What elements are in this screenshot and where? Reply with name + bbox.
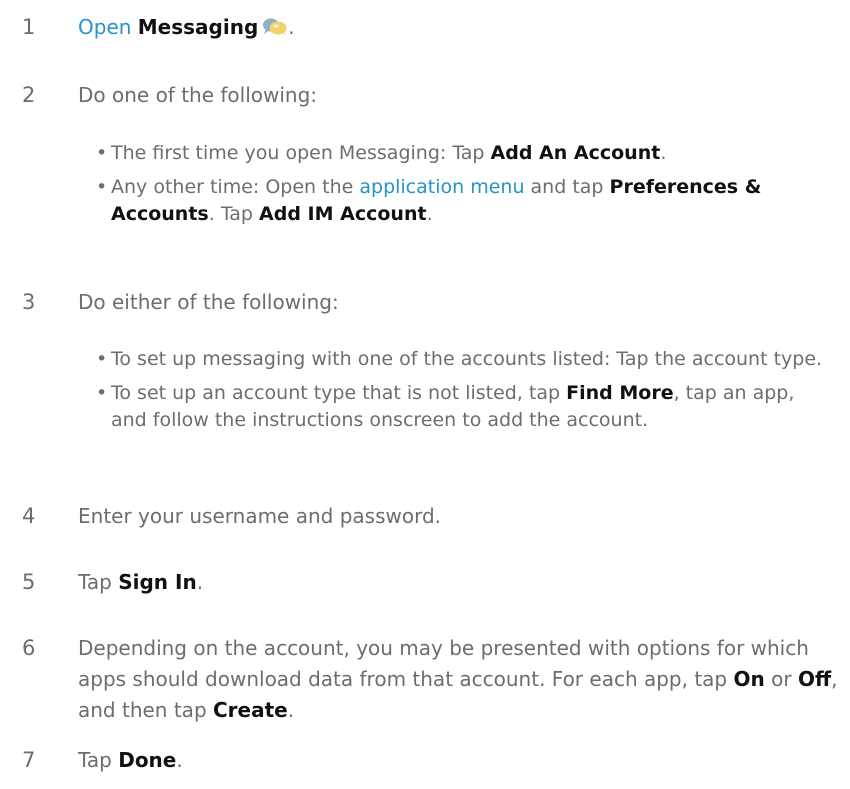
step-number: 1 [22, 15, 36, 39]
list-item: To set up an account type that is not li… [96, 380, 836, 434]
off-label: Off [797, 667, 832, 691]
step-text: Enter your username and password. [78, 504, 442, 528]
period: . [288, 15, 295, 39]
step-number: 2 [22, 83, 36, 107]
step-number: 3 [22, 290, 36, 314]
add-an-account-label: Add An Account [490, 142, 661, 164]
step-text: Tap Done. [78, 748, 183, 772]
step-number: 4 [22, 504, 36, 528]
step-number: 5 [22, 570, 36, 594]
create-label: Create [213, 698, 288, 722]
open-link[interactable]: Open [78, 15, 131, 39]
on-label: On [733, 667, 765, 691]
step-text: Depending on the account, you may be pre… [78, 636, 838, 722]
step-number: 6 [22, 636, 36, 660]
step-text: Tap Sign In. [78, 570, 204, 594]
done-label: Done [118, 748, 177, 772]
list-item: To set up messaging with one of the acco… [96, 346, 836, 373]
list-item: The first time you open Messaging: Tap A… [96, 140, 836, 167]
find-more-label: Find More [566, 382, 674, 404]
step-2-options: The first time you open Messaging: Tap A… [96, 140, 836, 235]
messaging-icon [262, 15, 288, 46]
step-text: Open Messaging . [78, 12, 838, 46]
application-menu-link[interactable]: application menu [359, 176, 524, 198]
messaging-app-name: Messaging [137, 15, 259, 39]
step-3-options: To set up messaging with one of the acco… [96, 346, 836, 441]
step-number: 7 [22, 748, 36, 772]
step-text: Do one of the following: [78, 83, 318, 107]
step-text: Do either of the following: [78, 290, 339, 314]
list-item: Any other time: Open the application men… [96, 174, 836, 228]
add-im-account-label: Add IM Account [259, 203, 427, 225]
sign-in-label: Sign In [118, 570, 197, 594]
